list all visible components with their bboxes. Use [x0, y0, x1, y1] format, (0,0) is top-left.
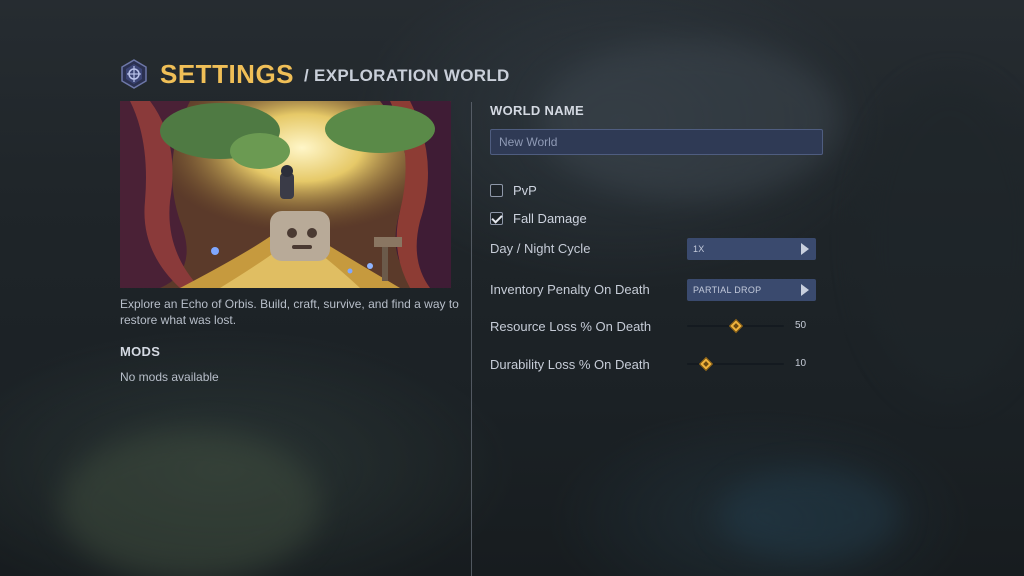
day-night-value: 1X: [693, 244, 705, 254]
durability-loss-label: Durability Loss % On Death: [490, 357, 650, 372]
background-water: [720, 470, 900, 560]
world-name-input[interactable]: [490, 129, 823, 155]
play-arrow-icon[interactable]: [801, 243, 809, 255]
resource-loss-slider[interactable]: [687, 318, 784, 334]
background-foliage: [860, 80, 1024, 400]
fall-damage-checkbox[interactable]: [490, 212, 503, 225]
shield-emblem-icon: [120, 59, 148, 89]
resource-loss-label: Resource Loss % On Death: [490, 319, 652, 334]
durability-loss-value: 10: [795, 358, 807, 369]
pvp-checkbox[interactable]: [490, 184, 503, 197]
slider-handle[interactable]: [728, 318, 744, 334]
inventory-penalty-selector[interactable]: PARTIAL DROP: [687, 279, 816, 301]
resource-loss-value: 50: [795, 320, 807, 331]
world-description: Explore an Echo of Orbis. Build, craft, …: [120, 297, 459, 327]
page-header: SETTINGS / EXPLORATION WORLD: [120, 56, 510, 92]
play-arrow-icon[interactable]: [801, 284, 809, 296]
pvp-option[interactable]: PvP: [490, 183, 537, 198]
day-night-selector[interactable]: 1X: [687, 238, 816, 260]
background-foliage: [60, 430, 320, 576]
world-preview-image: [120, 101, 451, 288]
fall-damage-label: Fall Damage: [513, 211, 587, 226]
pvp-label: PvP: [513, 183, 537, 198]
page-subtitle: / EXPLORATION WORLD: [304, 66, 510, 85]
page-title: SETTINGS: [160, 59, 295, 89]
durability-loss-slider[interactable]: [687, 356, 784, 372]
mods-empty-text: No mods available: [120, 370, 219, 384]
background-foliage: [540, 40, 840, 200]
inventory-penalty-value: PARTIAL DROP: [693, 285, 762, 295]
mods-heading: MODS: [120, 344, 161, 359]
column-divider: [471, 102, 472, 576]
world-name-label: WORLD NAME: [490, 103, 584, 118]
slider-handle[interactable]: [698, 356, 714, 372]
fall-damage-option[interactable]: Fall Damage: [490, 211, 587, 226]
day-night-label: Day / Night Cycle: [490, 241, 591, 256]
inventory-penalty-label: Inventory Penalty On Death: [490, 282, 650, 297]
